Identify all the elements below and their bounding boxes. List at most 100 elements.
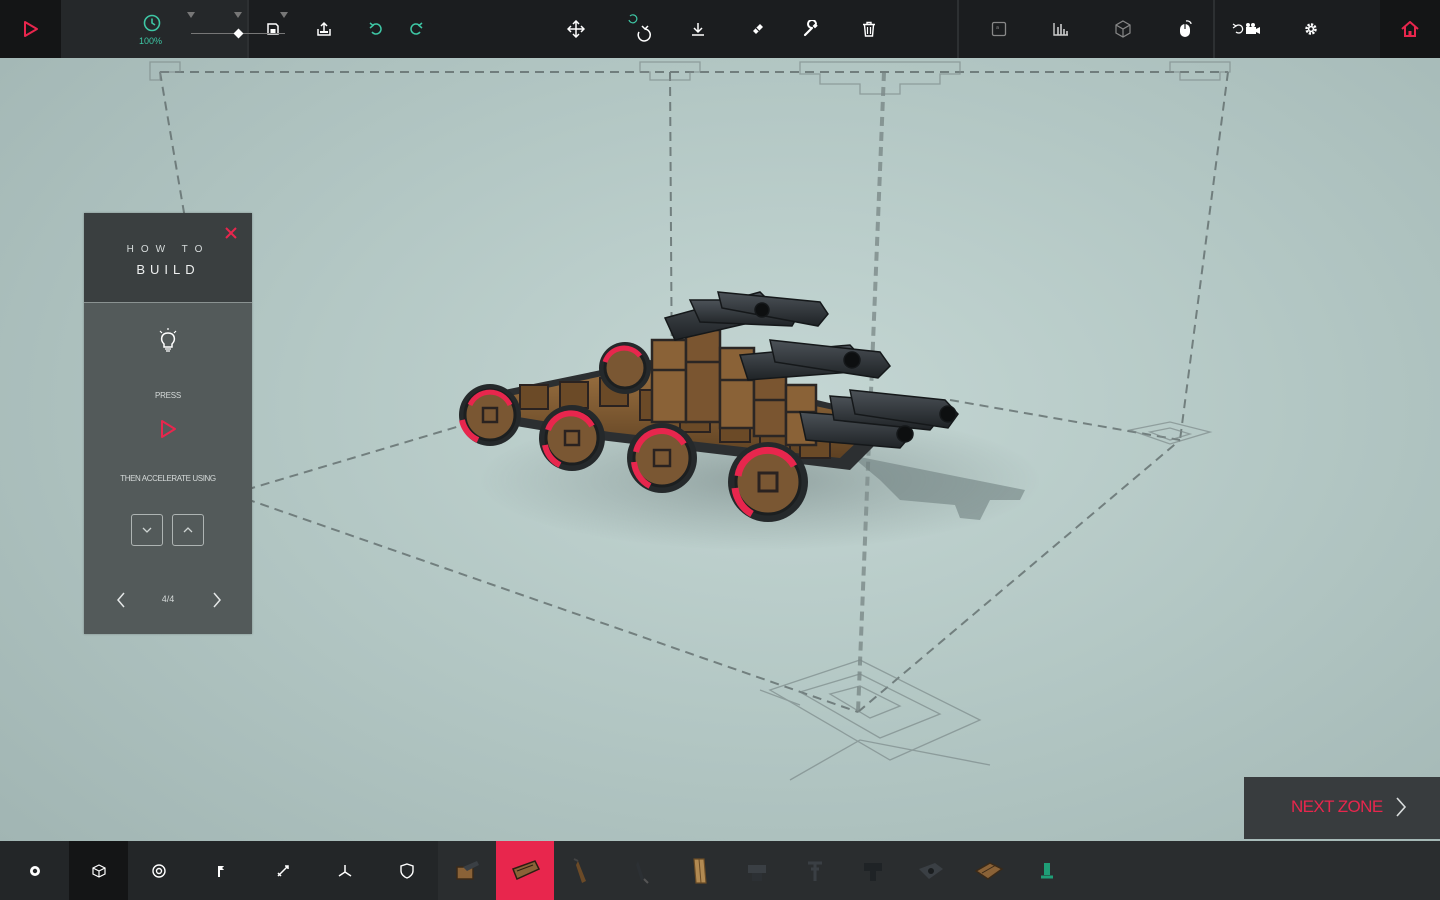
snap-to-ground-button[interactable] — [671, 0, 725, 58]
cannon-block-icon — [456, 860, 479, 880]
settings-icon — [1305, 23, 1317, 35]
box-view-icon — [1115, 20, 1131, 38]
eraser-tool-button[interactable] — [725, 0, 791, 58]
accelerate-label: THEN ACCELERATE USING — [120, 474, 216, 483]
block-palette-bar — [0, 841, 1440, 900]
category-flight[interactable] — [314, 841, 376, 900]
block-holder[interactable] — [496, 841, 554, 900]
camera-icon — [1232, 23, 1260, 34]
rotate-tool-button[interactable] — [601, 0, 671, 58]
undo-button[interactable] — [351, 0, 401, 58]
save-button[interactable] — [249, 0, 297, 58]
key-mapper-icon: a — [991, 21, 1007, 37]
stats-button[interactable] — [1039, 0, 1083, 58]
block-list — [438, 841, 1440, 900]
block-flamethrower[interactable] — [844, 841, 902, 900]
mechanical-icon — [218, 865, 226, 877]
lightbulb-icon — [159, 328, 177, 352]
chevron-right-icon[interactable] — [209, 591, 225, 609]
category-mechanical[interactable] — [190, 841, 252, 900]
crossbow-block-icon — [808, 861, 822, 881]
category-settings[interactable] — [0, 841, 69, 900]
load-button[interactable] — [297, 0, 351, 58]
flight-icon — [338, 864, 352, 877]
key-up — [172, 514, 204, 546]
redo-button[interactable] — [401, 0, 431, 58]
home-icon — [1401, 21, 1419, 37]
close-icon[interactable] — [223, 225, 239, 241]
how-to-build-panel: HOW TO BUILD PRESS THEN ACCELERATE USING… — [84, 213, 252, 634]
crate-block-icon — [974, 861, 1004, 880]
powered-wheel — [728, 442, 808, 522]
weapons-icon — [277, 864, 289, 877]
stats-icon — [1053, 23, 1068, 36]
block-anvil[interactable] — [728, 841, 786, 900]
chevron-down-icon — [142, 527, 152, 533]
vacuum-block-icon — [919, 862, 943, 879]
speed-marker — [280, 12, 288, 18]
rotate-icon — [628, 14, 651, 42]
block-crate[interactable] — [960, 841, 1018, 900]
anvil-block-icon — [748, 864, 766, 881]
category-locomotion[interactable] — [128, 841, 190, 900]
time-scale-slider-handle[interactable] — [233, 28, 244, 39]
delete-button[interactable] — [831, 0, 907, 58]
wrench-tool-button[interactable] — [791, 0, 831, 58]
speed-marker — [187, 12, 195, 18]
next-zone-label: NEXT ZONE — [1291, 797, 1383, 816]
snap-to-ground-icon — [692, 23, 704, 36]
powered-wheel — [459, 384, 521, 446]
load-icon — [317, 21, 331, 36]
undo-icon — [369, 22, 382, 35]
ballast-block-icon — [1041, 862, 1053, 878]
translate-tool-button[interactable] — [551, 0, 601, 58]
drill-block-icon — [636, 860, 649, 884]
next-zone-button[interactable]: NEXT ZONE — [1244, 777, 1440, 839]
camera-toggle-button[interactable] — [1215, 0, 1279, 58]
key-down — [131, 514, 163, 546]
block-wooden-panel[interactable] — [670, 841, 728, 900]
time-scale-panel: 100% — [61, 0, 288, 58]
category-blocks[interactable] — [69, 841, 128, 900]
clock-icon[interactable] — [142, 13, 162, 33]
play-icon — [161, 420, 176, 438]
play-icon — [23, 21, 38, 37]
block-drill[interactable] — [612, 841, 670, 900]
powered-wheel — [627, 423, 697, 493]
svg-text:a: a — [996, 25, 999, 31]
holder-block-icon — [512, 859, 541, 880]
how-to-build-header: HOW TO BUILD — [84, 213, 252, 303]
speed-marker — [234, 12, 242, 18]
flamethrower-block-icon — [864, 862, 882, 881]
powered-wheel — [599, 342, 651, 394]
category-armour[interactable] — [376, 841, 438, 900]
key-mapper-button[interactable]: a — [959, 0, 1039, 58]
block-ballast[interactable] — [1018, 841, 1076, 900]
wooden-panel-block-icon — [693, 857, 707, 884]
chevron-up-icon — [183, 527, 193, 533]
wrench-icon — [803, 20, 818, 37]
block-vacuum[interactable] — [902, 841, 960, 900]
category-weapons[interactable] — [252, 841, 314, 900]
powered-wheel — [539, 405, 605, 471]
mouse-orbit-icon — [1180, 20, 1192, 37]
mouse-orbit-button[interactable] — [1163, 0, 1207, 58]
translate-icon — [567, 20, 585, 38]
box-view-button[interactable] — [1083, 0, 1163, 58]
press-label: PRESS — [154, 391, 182, 400]
block-crossbow[interactable] — [786, 841, 844, 900]
simulate-play-button[interactable] — [0, 0, 61, 58]
page-indicator: 4/4 — [161, 594, 175, 604]
redo-icon — [410, 22, 423, 35]
spike-block-icon — [573, 857, 586, 883]
block-cannon[interactable] — [438, 841, 496, 900]
chevron-right-icon — [1396, 797, 1407, 817]
settings-button[interactable] — [1279, 0, 1343, 58]
settings-cog-icon — [29, 865, 40, 876]
block-spike[interactable] — [554, 841, 612, 900]
trash-icon — [863, 21, 875, 37]
home-button[interactable] — [1380, 0, 1440, 58]
top-toolbar: 100% a — [0, 0, 1440, 58]
